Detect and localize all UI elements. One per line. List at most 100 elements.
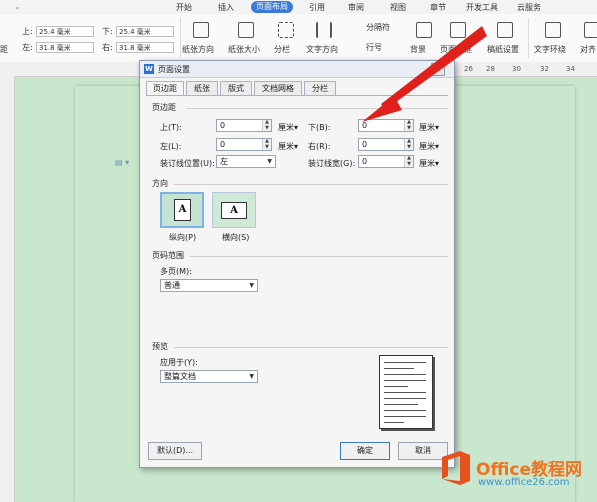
portrait-label[interactable]: 纵向(P) <box>169 232 196 243</box>
ruler-number: 26 <box>464 65 473 73</box>
chevron-down-icon: ▼ <box>249 282 254 289</box>
wps-logo-icon: W <box>144 64 154 74</box>
spinner-arrows-icon[interactable]: ▲ ▼ <box>404 155 413 167</box>
line-numbers-button[interactable]: 行号 <box>366 42 382 53</box>
landscape-label[interactable]: 横向(S) <box>222 232 249 243</box>
margin-left-input[interactable]: 31.8 毫米 <box>36 42 94 53</box>
ok-button[interactable]: 确定 <box>340 442 390 460</box>
left-margin-unit[interactable]: 厘米▾ <box>278 141 298 152</box>
text-direction-icon[interactable] <box>316 22 332 38</box>
bottom-margin-unit[interactable]: 厘米▾ <box>419 122 439 133</box>
preview-line <box>384 380 426 381</box>
tab-columns[interactable]: 分栏 <box>304 81 336 95</box>
margin-right-label: 右: <box>102 43 113 52</box>
right-margin-input[interactable]: 0 ▲ ▼ <box>358 138 414 151</box>
margins-button-label[interactable]: 距 <box>0 44 8 55</box>
layout-preview-image <box>379 355 433 429</box>
bottom-margin-input[interactable]: 0 ▲ ▼ <box>358 119 414 132</box>
menu-bar: ⌄ 开始 插入 页面布局 引用 审阅 视图 章节 开发工具 云服务 <box>0 0 597 14</box>
breaks-button[interactable]: 分隔符 <box>366 22 390 33</box>
margin-top-label: 上: <box>22 27 33 36</box>
default-button[interactable]: 默认(D)... <box>148 442 202 460</box>
page-orientation-icon[interactable] <box>193 22 209 38</box>
landscape-page-icon: A <box>221 202 247 219</box>
right-margin-unit[interactable]: 厘米▾ <box>419 141 439 152</box>
page-size-icon[interactable] <box>238 22 254 38</box>
left-margin-input[interactable]: 0 ▲ ▼ <box>216 138 272 151</box>
columns-button[interactable]: 分栏 <box>274 44 290 55</box>
tab-divider <box>146 95 448 96</box>
close-button[interactable]: × <box>431 63 445 76</box>
watermark-url: www.office26.com <box>478 477 570 488</box>
section-divider <box>186 108 448 109</box>
tab-document-grid[interactable]: 文档网格 <box>254 81 302 95</box>
menu-item-chapter[interactable]: 章节 <box>430 2 446 13</box>
spinner-arrows-icon[interactable]: ▲ ▼ <box>404 138 413 150</box>
unit-label: 厘米 <box>419 159 435 168</box>
chevron-down-icon: ▼ <box>249 373 254 380</box>
apply-to-label: 应用于(Y): <box>160 358 198 367</box>
ruler-number: 34 <box>566 65 575 73</box>
unit-label: 厘米 <box>419 123 435 132</box>
menu-item-page-layout[interactable]: 页面布局 <box>251 1 293 13</box>
margin-bottom-input[interactable]: 25.4 毫米 <box>116 26 174 37</box>
menu-undo-icon[interactable]: ⌄ <box>14 2 21 11</box>
top-margin-unit[interactable]: 厘米▾ <box>278 122 298 133</box>
menu-item-references[interactable]: 引用 <box>309 2 325 13</box>
preview-line <box>384 410 426 411</box>
align-icon[interactable] <box>584 22 597 38</box>
gutter-width-input[interactable]: 0 ▲ ▼ <box>358 155 414 168</box>
preview-line <box>384 368 414 369</box>
gutter-position-label: 装订线位置(U): <box>160 159 215 168</box>
office-logo-icon <box>442 451 470 485</box>
ruler-number: 32 <box>540 65 549 73</box>
apply-to-select[interactable]: 整篇文档 ▼ <box>160 370 258 383</box>
page-size-button[interactable]: 纸张大小 <box>228 44 260 55</box>
apply-to-value: 整篇文档 <box>164 372 196 381</box>
paragraph-marker-icon[interactable]: ▤ ▾ <box>115 158 129 167</box>
page-border-button[interactable]: 页面边框 <box>440 44 472 55</box>
landscape-option[interactable]: A <box>212 192 256 228</box>
multiple-pages-value: 普通 <box>164 281 180 290</box>
preview-line <box>384 392 426 393</box>
background-button[interactable]: 背景 <box>410 44 426 55</box>
right-margin-value: 0 <box>362 140 368 149</box>
menu-item-developer[interactable]: 开发工具 <box>466 2 498 13</box>
menu-item-start[interactable]: 开始 <box>176 2 192 13</box>
margin-right-input[interactable]: 31.8 毫米 <box>116 42 174 53</box>
top-margin-input[interactable]: 0 ▲ ▼ <box>216 119 272 132</box>
left-margin-label: 左(L): <box>160 142 182 151</box>
section-divider <box>174 184 448 185</box>
right-margin-label: 右(R): <box>308 142 331 151</box>
tab-margins[interactable]: 页边距 <box>146 81 184 96</box>
spinner-arrows-icon[interactable]: ▲ ▼ <box>404 119 413 131</box>
ruler-number: 28 <box>486 65 495 73</box>
tab-paper[interactable]: 纸张 <box>186 81 218 95</box>
tab-layout[interactable]: 版式 <box>220 81 252 95</box>
manuscript-icon[interactable] <box>497 22 513 38</box>
page-border-icon[interactable] <box>450 22 466 38</box>
manuscript-button[interactable]: 稿纸设置 <box>487 44 519 55</box>
spinner-arrows-icon[interactable]: ▲ ▼ <box>262 138 271 150</box>
align-button[interactable]: 对齐 <box>580 44 596 55</box>
text-direction-button[interactable]: 文字方向 <box>306 44 338 55</box>
menu-item-view[interactable]: 视图 <box>390 2 406 13</box>
toolbar-divider <box>180 18 181 58</box>
menu-item-review[interactable]: 审阅 <box>348 2 364 13</box>
unit-label: 厘米 <box>278 123 294 132</box>
menu-item-insert[interactable]: 插入 <box>218 2 234 13</box>
page-orientation-button[interactable]: 纸张方向 <box>182 44 214 55</box>
multiple-pages-select[interactable]: 普通 ▼ <box>160 279 258 292</box>
spinner-arrows-icon[interactable]: ▲ ▼ <box>262 119 271 131</box>
menu-item-cloud[interactable]: 云服务 <box>517 2 541 13</box>
gutter-position-select[interactable]: 左 ▼ <box>216 155 276 168</box>
text-wrap-button[interactable]: 文字环绕 <box>534 44 566 55</box>
columns-icon[interactable] <box>278 22 294 38</box>
margin-top-input[interactable]: 25.4 毫米 <box>36 26 94 37</box>
preview-line <box>384 374 426 375</box>
portrait-option[interactable]: A <box>160 192 204 228</box>
dialog-title-bar[interactable]: W 页面设置 × <box>140 61 454 78</box>
gutter-width-unit[interactable]: 厘米▾ <box>419 158 439 169</box>
text-wrap-icon[interactable] <box>545 22 561 38</box>
background-icon[interactable] <box>416 22 432 38</box>
